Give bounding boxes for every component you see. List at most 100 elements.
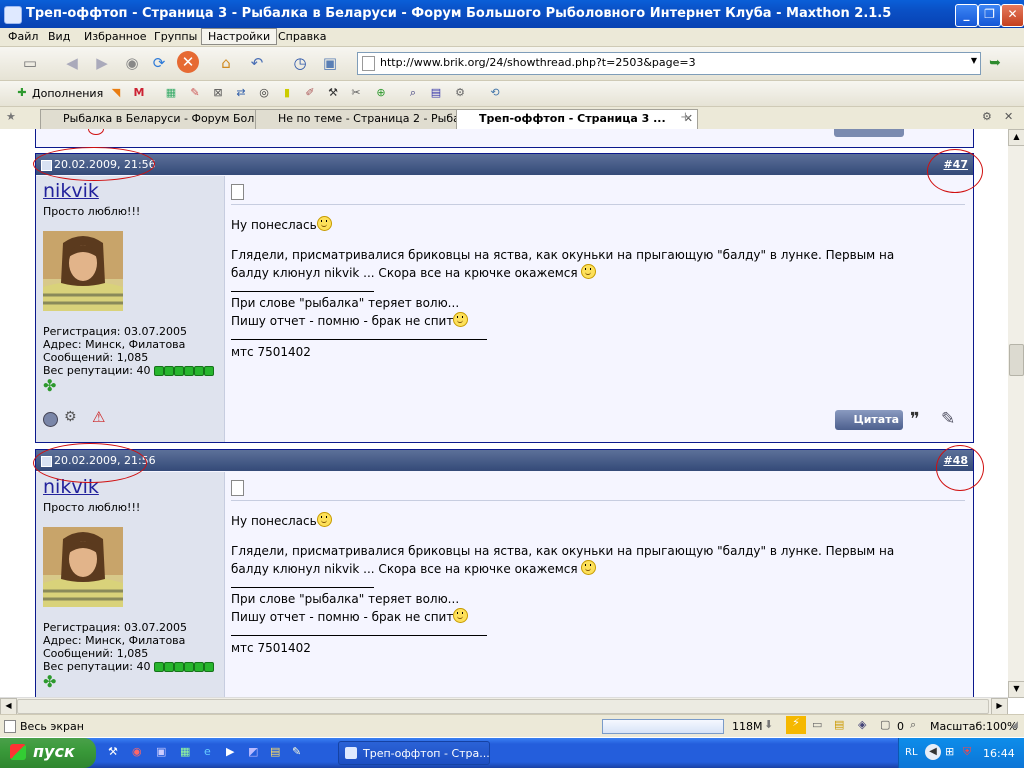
quicklaunch-icon[interactable]: ◉ (132, 745, 142, 758)
addons-icon[interactable]: ✚ (14, 85, 30, 101)
quote-button[interactable]: Цитата (835, 410, 903, 430)
vertical-scrollbar[interactable]: ▲ ▼ (1008, 129, 1024, 698)
menu-settings[interactable]: Настройки (201, 28, 278, 45)
post-47: 20.02.2009, 21:56 #47 nikvik Просто любл… (35, 153, 974, 443)
zoom-icon[interactable]: ⌕ (910, 718, 916, 732)
zoom-level[interactable]: Масштаб:100% (930, 720, 1017, 733)
memory-progress-bar (602, 719, 724, 734)
minimize-button[interactable]: _ (955, 4, 978, 27)
go-icon[interactable]: ➥ (985, 55, 1005, 73)
start-button[interactable]: пуск (0, 738, 96, 768)
sync-icon[interactable]: ⟲ (487, 85, 503, 101)
tab-offtopic-page2[interactable]: Не по теме - Страница 2 - Рыбалк... (255, 109, 477, 129)
taskbar-item-maxthon[interactable]: Треп-оффтоп - Стра... (338, 741, 490, 765)
new-tab-icon[interactable]: ▭ (18, 51, 42, 75)
forward-arrow-icon[interactable]: ▶ (90, 51, 114, 75)
scroll-thumb-horizontal[interactable] (17, 699, 989, 714)
close-all-icon[interactable]: ✕ (1004, 110, 1013, 123)
new-tab-plus-icon[interactable]: + (680, 110, 691, 125)
username-link[interactable]: nikvik (43, 180, 99, 202)
maxthon-app-icon[interactable] (4, 6, 22, 24)
shield-icon[interactable]: ⛨ (963, 745, 971, 759)
search-icon[interactable]: ⌕ (405, 85, 421, 101)
quick-reply-icon[interactable]: ✎ (941, 409, 955, 429)
network-tray-icon[interactable]: ⊞ (945, 745, 954, 758)
multi-quote-icon[interactable]: ❞ (910, 409, 920, 430)
annotation-circle (936, 445, 984, 491)
folder-icon[interactable]: ▤ (834, 718, 844, 731)
post-text-line: Глядели, присматривалися бриковцы на яст… (231, 544, 895, 558)
scroll-thumb[interactable] (1009, 344, 1024, 376)
blocked-count: 0 (897, 720, 904, 733)
back-arrow-icon[interactable]: ◀ (60, 51, 84, 75)
language-indicator[interactable]: RL (905, 747, 918, 758)
scroll-down-button[interactable]: ▼ (1008, 681, 1024, 698)
wink-icon (453, 608, 469, 623)
paint-icon[interactable]: ✐ (302, 85, 318, 101)
scroll-left-button[interactable]: ◀ (0, 698, 17, 715)
quicklaunch-icon[interactable]: ▦ (180, 745, 190, 758)
clip-icon[interactable]: ✂ (348, 85, 364, 101)
avatar (43, 231, 123, 311)
quicklaunch-icon[interactable]: ◩ (248, 745, 258, 758)
history-clock-icon[interactable]: ◷ (288, 51, 312, 75)
memory-usage: 118M (732, 720, 763, 733)
marker-icon[interactable]: ✎ (187, 85, 203, 101)
chevron-down-icon[interactable]: ▼ (971, 56, 977, 65)
quicklaunch-icon[interactable]: ▤ (270, 745, 280, 758)
filter-icon[interactable]: ⊠ (210, 85, 226, 101)
menu-view[interactable]: Вид (42, 29, 76, 44)
menu-help[interactable]: Справка (272, 29, 332, 44)
rss-icon[interactable]: ◥ (108, 85, 124, 101)
plugin-icon[interactable]: ▦ (163, 85, 179, 101)
tab-trep-offtop-page3[interactable]: Треп-оффтоп - Страница 3 ... ✕ (456, 109, 698, 130)
compass-icon[interactable]: ◎ (256, 85, 272, 101)
switch-icon[interactable]: ⇄ (233, 85, 249, 101)
taskbar-item-label: Треп-оффтоп - Стра... (363, 747, 490, 760)
scroll-right-button[interactable]: ▶ (991, 698, 1008, 715)
tray-arrow-icon[interactable]: ◀ (925, 744, 941, 760)
signature-phone: мтс 7501402 (231, 345, 311, 359)
stop-icon[interactable]: ✕ (177, 51, 199, 73)
undo-icon[interactable]: ↶ (245, 51, 269, 75)
home-icon[interactable]: ⌂ (214, 51, 238, 75)
dropdown-icon[interactable]: ◉ (120, 51, 144, 75)
block-icon[interactable]: ▢ (880, 718, 890, 731)
maximize-button[interactable]: ❐ (978, 4, 1001, 27)
close-button[interactable]: ✕ (1001, 4, 1024, 27)
address-bar[interactable]: ▼ (357, 52, 981, 75)
torch-icon[interactable]: ▮ (279, 85, 295, 101)
addons-label[interactable]: Дополнения (32, 87, 103, 100)
menu-favorites[interactable]: Избранное (78, 29, 152, 44)
star-icon[interactable]: ★ (6, 110, 20, 124)
resize-grip-icon[interactable]: ◢ (1011, 720, 1018, 730)
quicklaunch-icon[interactable]: ▣ (156, 745, 166, 758)
gear-icon[interactable]: ⚙ (452, 85, 468, 101)
media-icon[interactable]: ▶ (226, 745, 234, 758)
ie-icon[interactable]: e (204, 745, 211, 758)
quicklaunch-icon[interactable]: ⚒ (108, 745, 118, 758)
lightning-icon[interactable]: ⚡ (786, 716, 806, 734)
smile-icon (581, 264, 597, 279)
annotation-circle (33, 443, 147, 483)
tab-fishing-forum[interactable]: Рыбалка в Беларуси - Форум Боль... (40, 109, 276, 129)
quote-button[interactable] (834, 129, 904, 137)
refresh-icon[interactable]: ⟳ (147, 51, 171, 75)
scroll-up-button[interactable]: ▲ (1008, 129, 1024, 146)
menu-groups[interactable]: Группы (148, 29, 203, 44)
window-icon[interactable]: ▭ (812, 718, 822, 731)
screenshot-icon[interactable]: ▤ (428, 85, 444, 101)
wrench-icon[interactable]: ⚙ (982, 110, 992, 123)
download-icon[interactable]: ⬇ (764, 718, 773, 731)
horizontal-scrollbar[interactable]: ◀ ▶ (0, 697, 1008, 715)
report-warning-icon[interactable]: ⚠ (92, 408, 105, 426)
url-input[interactable] (378, 55, 962, 70)
menu-file[interactable]: Файл (2, 29, 44, 44)
tools-icon[interactable]: ⚒ (325, 85, 341, 101)
add-icon[interactable]: ⊕ (373, 85, 389, 101)
gmail-icon[interactable]: M (131, 85, 147, 101)
network-icon[interactable]: ⚙ (64, 409, 77, 425)
layers-icon[interactable]: ◈ (858, 718, 866, 731)
quicklaunch-icon[interactable]: ✎ (292, 745, 301, 758)
screen-icon[interactable]: ▣ (318, 51, 342, 75)
